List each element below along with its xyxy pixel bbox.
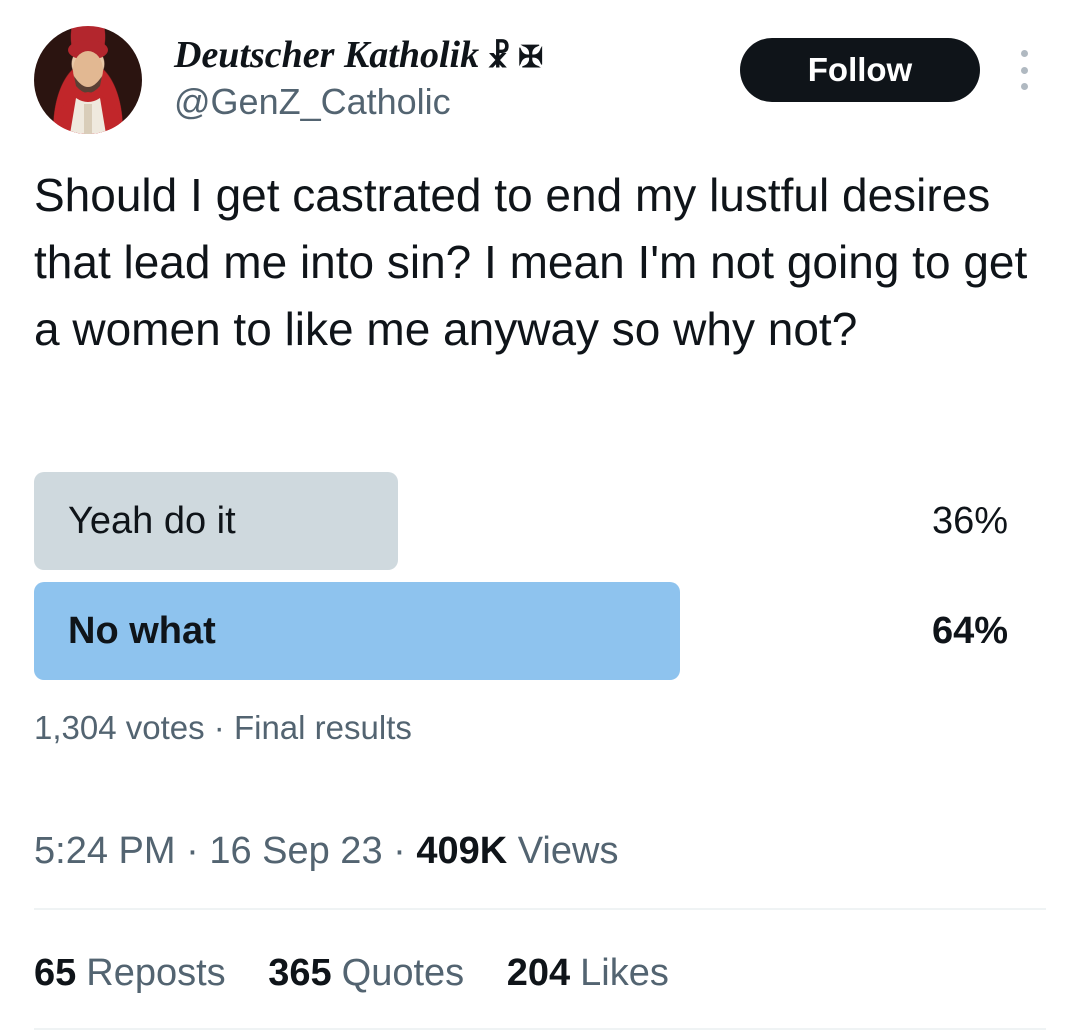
poll-option-percent: 64% <box>931 610 1008 652</box>
more-vertical-icon[interactable] <box>1012 50 1036 90</box>
engagement-stats: 65 Reposts 365 Quotes 204 Likes <box>34 948 701 998</box>
separator-dot: · <box>213 709 225 746</box>
tweet-date[interactable]: 16 Sep 23 <box>209 830 382 872</box>
name-symbols: ☧ ✠ <box>487 41 544 74</box>
tweet-time[interactable]: 5:24 PM <box>34 830 176 872</box>
likes-stat[interactable]: 204 Likes <box>507 952 669 994</box>
tweet-text: Should I get castrated to end my lustful… <box>34 169 1028 355</box>
separator-dot: · <box>186 830 199 872</box>
author-display-name[interactable]: Deutscher Katholik ☧ ✠ <box>174 34 543 79</box>
follow-button[interactable]: Follow <box>740 38 980 102</box>
stat-label: Quotes <box>341 952 465 994</box>
poll-option-percent: 36% <box>931 500 1008 542</box>
separator-dot: · <box>393 830 406 872</box>
more-dot <box>1020 50 1028 57</box>
stat-count: 65 <box>34 952 77 994</box>
author-avatar[interactable] <box>34 26 142 134</box>
reposts-stat[interactable]: 65 Reposts <box>34 952 226 994</box>
stat-label: Reposts <box>86 952 226 994</box>
poll-status: Final results <box>233 709 412 746</box>
poll-option: Yeah do it 36% <box>34 472 1044 570</box>
more-dot <box>1020 66 1028 74</box>
stat-label: Likes <box>580 952 669 994</box>
divider <box>34 908 1046 910</box>
author-handle[interactable]: @GenZ_Catholic <box>174 80 451 124</box>
divider <box>34 1028 1046 1030</box>
tweet-detail: Deutscher Katholik ☧ ✠ @GenZ_Catholic Fol… <box>0 0 1080 1033</box>
tweet-timestamp-row: 5:24 PM · 16 Sep 23 · 409K Views <box>34 826 618 876</box>
views-label: Views <box>517 830 619 872</box>
poll-option-winner: No what 64% <box>34 582 1044 680</box>
poll-option-label: No what <box>68 610 216 652</box>
portrait-avatar-icon <box>52 40 124 134</box>
quotes-stat[interactable]: 365 Quotes <box>268 952 464 994</box>
stat-count: 204 <box>506 952 571 994</box>
poll-votes: 1,304 votes <box>34 709 205 746</box>
views-count: 409K <box>416 830 508 872</box>
poll-option-label: Yeah do it <box>68 500 236 542</box>
poll-summary: 1,304 votes · Final results <box>34 706 412 750</box>
stat-count: 365 <box>268 952 332 994</box>
more-dot <box>1020 83 1028 90</box>
display-name-text: Deutscher Katholik <box>174 34 480 76</box>
